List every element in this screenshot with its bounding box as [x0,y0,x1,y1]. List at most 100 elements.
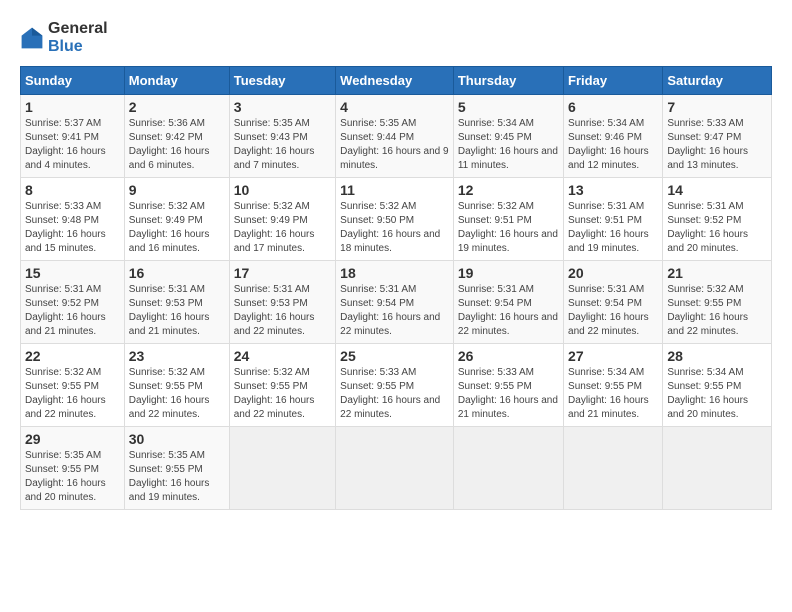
day-number: 8 [25,182,120,198]
day-number: 3 [234,99,331,115]
header-sunday: Sunday [21,67,125,95]
header-tuesday: Tuesday [229,67,335,95]
calendar-cell: 6 Sunrise: 5:34 AMSunset: 9:46 PMDayligh… [564,95,663,178]
day-number: 6 [568,99,658,115]
day-detail: Sunrise: 5:32 AMSunset: 9:55 PMDaylight:… [667,283,767,339]
calendar-cell: 24 Sunrise: 5:32 AMSunset: 9:55 PMDaylig… [229,344,335,427]
day-number: 16 [129,265,225,281]
header-wednesday: Wednesday [336,67,454,95]
day-number: 29 [25,431,120,447]
calendar-cell: 25 Sunrise: 5:33 AMSunset: 9:55 PMDaylig… [336,344,454,427]
day-number: 7 [667,99,767,115]
day-detail: Sunrise: 5:33 AMSunset: 9:48 PMDaylight:… [25,200,120,256]
day-detail: Sunrise: 5:33 AMSunset: 9:55 PMDaylight:… [340,366,449,422]
day-number: 28 [667,348,767,364]
calendar-cell: 7 Sunrise: 5:33 AMSunset: 9:47 PMDayligh… [663,95,772,178]
day-number: 18 [340,265,449,281]
day-detail: Sunrise: 5:31 AMSunset: 9:54 PMDaylight:… [340,283,449,339]
logo-general: General [48,20,108,37]
calendar-cell: 13 Sunrise: 5:31 AMSunset: 9:51 PMDaylig… [564,178,663,261]
day-detail: Sunrise: 5:32 AMSunset: 9:49 PMDaylight:… [129,200,225,256]
day-number: 27 [568,348,658,364]
calendar-cell: 12 Sunrise: 5:32 AMSunset: 9:51 PMDaylig… [453,178,563,261]
calendar-cell: 26 Sunrise: 5:33 AMSunset: 9:55 PMDaylig… [453,344,563,427]
calendar-cell: 27 Sunrise: 5:34 AMSunset: 9:55 PMDaylig… [564,344,663,427]
day-number: 19 [458,265,559,281]
header-thursday: Thursday [453,67,563,95]
logo-blue: Blue [48,38,83,55]
day-detail: Sunrise: 5:34 AMSunset: 9:55 PMDaylight:… [667,366,767,422]
day-number: 23 [129,348,225,364]
calendar-cell: 15 Sunrise: 5:31 AMSunset: 9:52 PMDaylig… [21,261,125,344]
calendar-cell: 2 Sunrise: 5:36 AMSunset: 9:42 PMDayligh… [124,95,229,178]
day-detail: Sunrise: 5:31 AMSunset: 9:53 PMDaylight:… [234,283,331,339]
calendar-cell: 19 Sunrise: 5:31 AMSunset: 9:54 PMDaylig… [453,261,563,344]
page-header: General Blue [20,20,772,56]
day-detail: Sunrise: 5:34 AMSunset: 9:55 PMDaylight:… [568,366,658,422]
day-number: 22 [25,348,120,364]
header-saturday: Saturday [663,67,772,95]
day-number: 30 [129,431,225,447]
day-number: 24 [234,348,331,364]
header-monday: Monday [124,67,229,95]
day-number: 25 [340,348,449,364]
week-row-4: 22 Sunrise: 5:32 AMSunset: 9:55 PMDaylig… [21,344,772,427]
day-detail: Sunrise: 5:35 AMSunset: 9:44 PMDaylight:… [340,117,449,173]
calendar-cell [453,427,563,510]
day-detail: Sunrise: 5:36 AMSunset: 9:42 PMDaylight:… [129,117,225,173]
day-detail: Sunrise: 5:31 AMSunset: 9:54 PMDaylight:… [458,283,559,339]
calendar-cell: 18 Sunrise: 5:31 AMSunset: 9:54 PMDaylig… [336,261,454,344]
week-row-3: 15 Sunrise: 5:31 AMSunset: 9:52 PMDaylig… [21,261,772,344]
calendar-cell: 4 Sunrise: 5:35 AMSunset: 9:44 PMDayligh… [336,95,454,178]
day-detail: Sunrise: 5:31 AMSunset: 9:53 PMDaylight:… [129,283,225,339]
day-detail: Sunrise: 5:33 AMSunset: 9:55 PMDaylight:… [458,366,559,422]
day-detail: Sunrise: 5:31 AMSunset: 9:54 PMDaylight:… [568,283,658,339]
day-detail: Sunrise: 5:31 AMSunset: 9:52 PMDaylight:… [25,283,120,339]
day-number: 15 [25,265,120,281]
header-friday: Friday [564,67,663,95]
calendar-cell: 28 Sunrise: 5:34 AMSunset: 9:55 PMDaylig… [663,344,772,427]
calendar-header-row: SundayMondayTuesdayWednesdayThursdayFrid… [21,67,772,95]
day-number: 13 [568,182,658,198]
day-number: 9 [129,182,225,198]
calendar-cell: 30 Sunrise: 5:35 AMSunset: 9:55 PMDaylig… [124,427,229,510]
day-detail: Sunrise: 5:33 AMSunset: 9:47 PMDaylight:… [667,117,767,173]
calendar-cell [229,427,335,510]
day-detail: Sunrise: 5:32 AMSunset: 9:55 PMDaylight:… [25,366,120,422]
calendar-cell: 29 Sunrise: 5:35 AMSunset: 9:55 PMDaylig… [21,427,125,510]
week-row-1: 1 Sunrise: 5:37 AMSunset: 9:41 PMDayligh… [21,95,772,178]
week-row-2: 8 Sunrise: 5:33 AMSunset: 9:48 PMDayligh… [21,178,772,261]
calendar-cell: 22 Sunrise: 5:32 AMSunset: 9:55 PMDaylig… [21,344,125,427]
day-number: 12 [458,182,559,198]
day-detail: Sunrise: 5:34 AMSunset: 9:45 PMDaylight:… [458,117,559,173]
calendar-cell [564,427,663,510]
day-number: 5 [458,99,559,115]
day-number: 11 [340,182,449,198]
day-detail: Sunrise: 5:35 AMSunset: 9:55 PMDaylight:… [25,449,120,505]
calendar-table: SundayMondayTuesdayWednesdayThursdayFrid… [20,66,772,510]
day-detail: Sunrise: 5:32 AMSunset: 9:50 PMDaylight:… [340,200,449,256]
day-detail: Sunrise: 5:31 AMSunset: 9:51 PMDaylight:… [568,200,658,256]
calendar-cell: 21 Sunrise: 5:32 AMSunset: 9:55 PMDaylig… [663,261,772,344]
calendar-cell [336,427,454,510]
day-detail: Sunrise: 5:35 AMSunset: 9:55 PMDaylight:… [129,449,225,505]
day-number: 20 [568,265,658,281]
day-number: 26 [458,348,559,364]
day-number: 1 [25,99,120,115]
day-detail: Sunrise: 5:32 AMSunset: 9:55 PMDaylight:… [234,366,331,422]
calendar-cell: 8 Sunrise: 5:33 AMSunset: 9:48 PMDayligh… [21,178,125,261]
week-row-5: 29 Sunrise: 5:35 AMSunset: 9:55 PMDaylig… [21,427,772,510]
calendar-cell: 9 Sunrise: 5:32 AMSunset: 9:49 PMDayligh… [124,178,229,261]
day-detail: Sunrise: 5:35 AMSunset: 9:43 PMDaylight:… [234,117,331,173]
day-number: 21 [667,265,767,281]
day-detail: Sunrise: 5:31 AMSunset: 9:52 PMDaylight:… [667,200,767,256]
calendar-cell: 10 Sunrise: 5:32 AMSunset: 9:49 PMDaylig… [229,178,335,261]
day-detail: Sunrise: 5:32 AMSunset: 9:51 PMDaylight:… [458,200,559,256]
day-number: 10 [234,182,331,198]
calendar-cell: 1 Sunrise: 5:37 AMSunset: 9:41 PMDayligh… [21,95,125,178]
day-number: 17 [234,265,331,281]
calendar-cell: 17 Sunrise: 5:31 AMSunset: 9:53 PMDaylig… [229,261,335,344]
day-number: 2 [129,99,225,115]
calendar-cell: 16 Sunrise: 5:31 AMSunset: 9:53 PMDaylig… [124,261,229,344]
calendar-cell [663,427,772,510]
